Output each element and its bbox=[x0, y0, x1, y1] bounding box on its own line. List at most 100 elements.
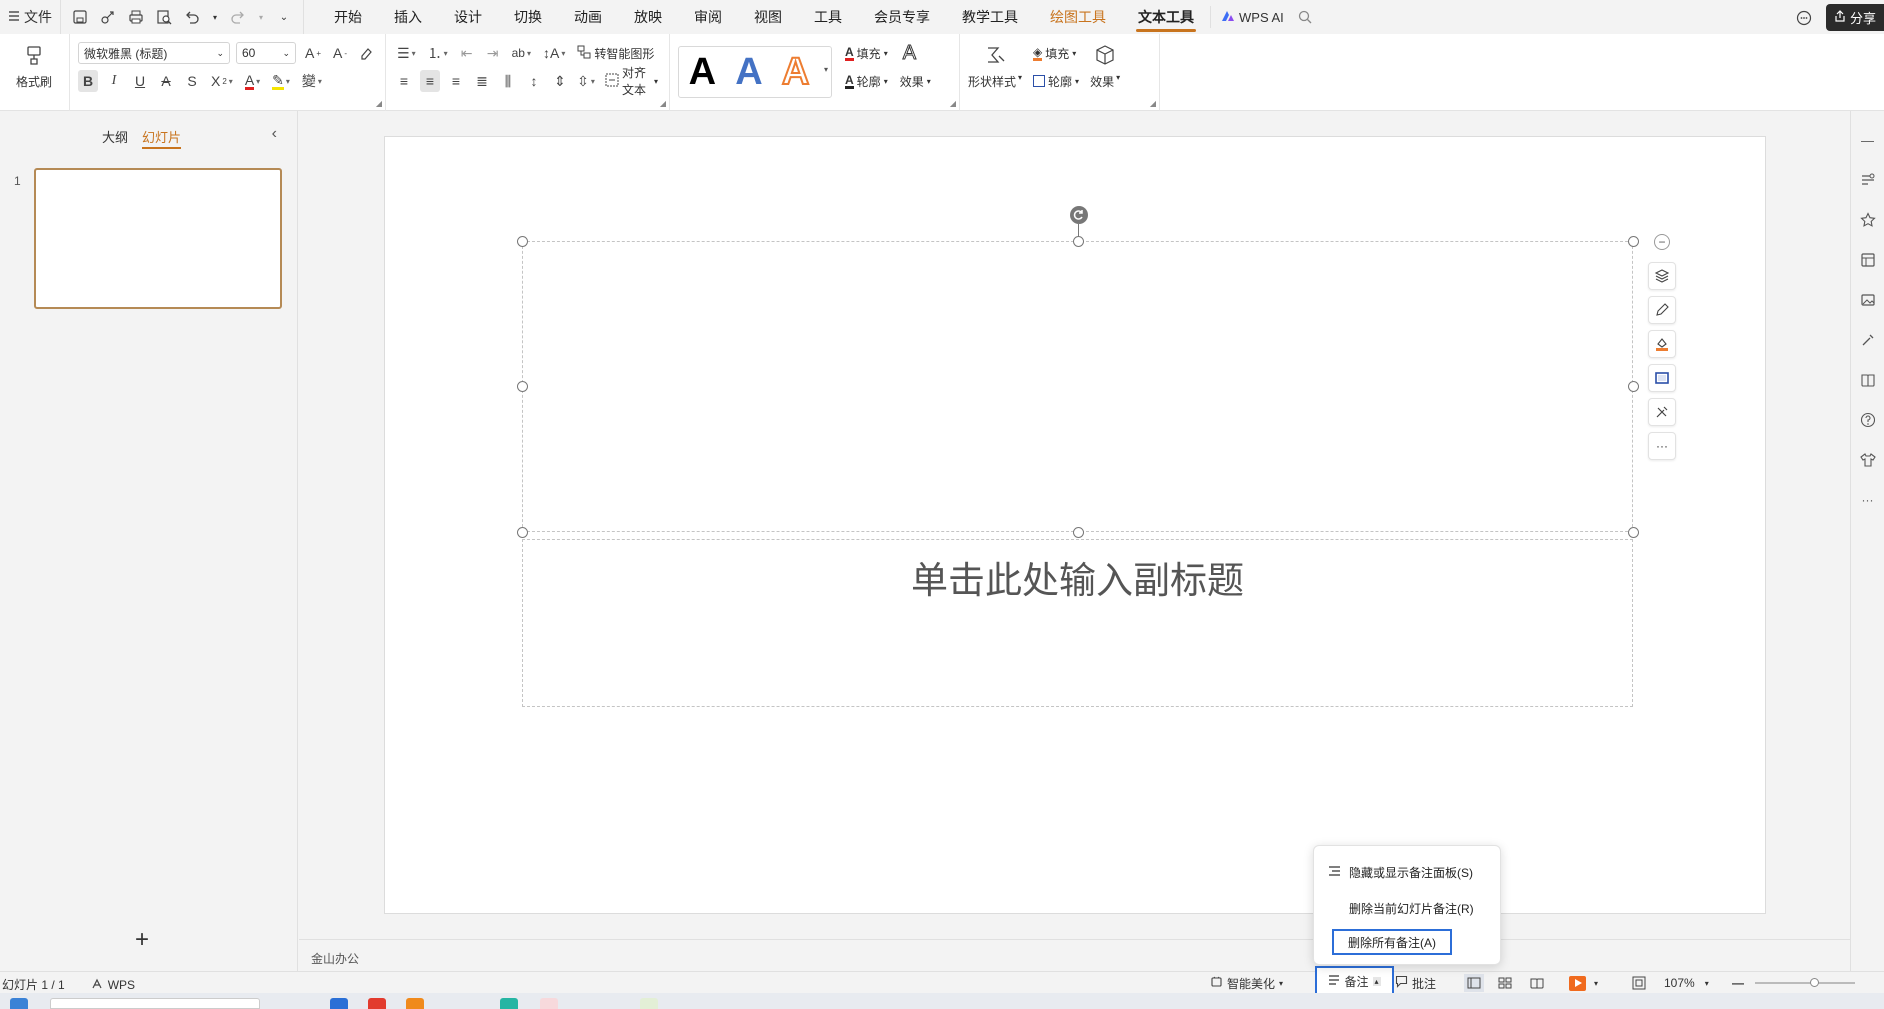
strikethrough-icon[interactable]: A bbox=[156, 70, 176, 92]
zoom-slider-knob[interactable] bbox=[1810, 978, 1819, 987]
increase-indent-icon[interactable]: ⇥ bbox=[483, 42, 503, 64]
wordart-style-black[interactable]: A bbox=[689, 53, 716, 91]
windows-start-icon[interactable] bbox=[10, 998, 28, 1009]
share-button[interactable]: 分享 bbox=[1825, 4, 1884, 31]
zoom-out-button[interactable]: — bbox=[1732, 974, 1744, 992]
tab-text-tools[interactable]: 文本工具 bbox=[1122, 0, 1210, 34]
line-spacing-icon[interactable]: ↕ bbox=[524, 70, 544, 92]
subtitle-placeholder[interactable]: 单击此处输入副标题 bbox=[522, 539, 1633, 707]
taskbar-app-icon[interactable] bbox=[330, 998, 348, 1009]
template-icon[interactable] bbox=[1859, 251, 1877, 269]
search-icon[interactable] bbox=[1298, 10, 1312, 24]
properties-icon[interactable] bbox=[1859, 171, 1877, 189]
tab-outline[interactable]: 大纲 bbox=[102, 127, 128, 149]
align-text-button[interactable]: 对齐文本 ▾ bbox=[602, 66, 661, 97]
share-link-icon[interactable] bbox=[99, 8, 117, 26]
taskbar-app-icon[interactable] bbox=[540, 998, 558, 1009]
undo-dropdown-icon[interactable]: ▾ bbox=[211, 8, 219, 26]
line-spacing-vertical-icon[interactable]: ↕A ▾ bbox=[540, 42, 568, 64]
font-name-select[interactable]: 微软雅黑 (标题) ⌄ bbox=[78, 42, 230, 64]
italic-icon[interactable]: I bbox=[104, 70, 124, 92]
resize-handle-bottom-right[interactable] bbox=[1628, 527, 1639, 538]
reading-view-icon[interactable] bbox=[1530, 974, 1544, 992]
more-icon[interactable]: ··· bbox=[1859, 491, 1877, 509]
normal-view-icon[interactable] bbox=[1464, 974, 1484, 992]
outline-icon[interactable] bbox=[1648, 364, 1676, 392]
title-placeholder[interactable] bbox=[522, 241, 1633, 532]
bold-icon[interactable]: B bbox=[78, 70, 98, 92]
convert-smart-shape-button[interactable]: 转智能图形 bbox=[574, 42, 657, 64]
tab-view[interactable]: 视图 bbox=[738, 0, 798, 34]
slide[interactable]: 单击此处输入副标题 − ··· bbox=[384, 136, 1766, 914]
fit-window-icon[interactable] bbox=[1632, 974, 1646, 992]
shape-fill-button[interactable]: ◈ 填充 ▾ bbox=[1030, 42, 1079, 64]
taskbar-app-icon[interactable] bbox=[406, 998, 424, 1009]
zoom-slider[interactable] bbox=[1755, 978, 1855, 987]
decrease-indent-icon[interactable]: ⇤ bbox=[457, 42, 477, 64]
phonetic-icon[interactable]: 變 ▾ bbox=[299, 70, 325, 92]
theme-indicator[interactable]: WPS bbox=[91, 976, 135, 993]
align-left-icon[interactable]: ≡ bbox=[394, 70, 414, 92]
font-size-select[interactable]: 60 ⌄ bbox=[236, 42, 296, 64]
print-preview-icon[interactable] bbox=[155, 8, 173, 26]
wordart-style-blue[interactable]: A bbox=[735, 53, 762, 91]
delete-current-notes-item[interactable]: 删除当前幻灯片备注(R) bbox=[1349, 898, 1474, 918]
wps-ai-button[interactable]: WPS AI bbox=[1210, 6, 1294, 28]
underline-icon[interactable]: U bbox=[130, 70, 150, 92]
resize-handle-bottom-left[interactable] bbox=[517, 527, 528, 538]
superscript-icon[interactable]: X 2 ▾ bbox=[208, 70, 236, 92]
notes-pane[interactable]: 金山办公 bbox=[299, 939, 1850, 971]
comments-button[interactable]: 批注 bbox=[1395, 974, 1436, 992]
undo-icon[interactable] bbox=[183, 8, 201, 26]
image-icon[interactable] bbox=[1859, 291, 1877, 309]
font-color-icon[interactable]: A ▾ bbox=[242, 70, 263, 92]
customize-toolbar-icon[interactable]: ⌄ bbox=[275, 8, 293, 26]
text-effect-button[interactable]: A bbox=[902, 41, 916, 65]
tab-tools[interactable]: 工具 bbox=[798, 0, 858, 34]
tab-member[interactable]: 会员专享 bbox=[858, 0, 946, 34]
tab-slideshow[interactable]: 放映 bbox=[618, 0, 678, 34]
paragraph-spacing-icon[interactable]: ⇕ bbox=[550, 70, 570, 92]
zoom-level[interactable]: 107% ▾ bbox=[1664, 974, 1709, 992]
search-bar[interactable] bbox=[50, 998, 260, 1009]
tab-design[interactable]: 设计 bbox=[438, 0, 498, 34]
text-shadow-icon[interactable]: S bbox=[182, 70, 202, 92]
file-menu[interactable]: 文件 bbox=[0, 0, 60, 34]
fill-icon[interactable] bbox=[1648, 330, 1676, 358]
shape-dialog-launcher-icon[interactable]: ◢ bbox=[1150, 99, 1156, 108]
wordart-style-orange-outline[interactable]: A bbox=[781, 52, 810, 92]
bullet-list-icon[interactable]: ☰ ▾ bbox=[394, 42, 419, 64]
shirt-icon[interactable] bbox=[1859, 451, 1877, 469]
tab-drawing-tools[interactable]: 绘图工具 bbox=[1034, 0, 1122, 34]
slide-thumbnail[interactable] bbox=[34, 168, 282, 309]
taskbar-app-icon[interactable] bbox=[500, 998, 518, 1009]
tab-review[interactable]: 审阅 bbox=[678, 0, 738, 34]
resize-handle-top[interactable] bbox=[1073, 236, 1084, 247]
smart-beautify-button[interactable]: 智能美化 ▾ bbox=[1210, 974, 1283, 992]
tab-teaching-tools[interactable]: 教学工具 bbox=[946, 0, 1034, 34]
collapse-panel-icon[interactable]: ‹ bbox=[272, 125, 277, 143]
resize-handle-right[interactable] bbox=[1628, 381, 1639, 392]
redo-dropdown-icon[interactable]: ▾ bbox=[257, 8, 265, 26]
paragraph-dialog-launcher-icon[interactable]: ◢ bbox=[660, 99, 666, 108]
shape-outline-button[interactable]: 轮廓 ▾ bbox=[1030, 70, 1082, 92]
resize-handle-top-left[interactable] bbox=[517, 236, 528, 247]
clear-format-icon[interactable] bbox=[356, 42, 376, 64]
font-dialog-launcher-icon[interactable]: ◢ bbox=[376, 99, 382, 108]
resize-handle-bottom[interactable] bbox=[1073, 527, 1084, 538]
star-icon[interactable] bbox=[1859, 211, 1877, 229]
justify-icon[interactable]: ≣ bbox=[472, 70, 492, 92]
distribute-icon[interactable]: ⫼ bbox=[498, 70, 518, 92]
resize-handle-left[interactable] bbox=[517, 381, 528, 392]
collapse-toolbar-icon[interactable]: − bbox=[1654, 234, 1670, 250]
tab-start[interactable]: 开始 bbox=[318, 0, 378, 34]
delete-all-notes-item[interactable]: 删除所有备注(A) bbox=[1332, 929, 1452, 955]
chat-icon[interactable] bbox=[1796, 10, 1812, 26]
text-direction-icon[interactable]: ab ▾ bbox=[509, 42, 534, 64]
tools-icon[interactable] bbox=[1859, 331, 1877, 349]
increase-font-icon[interactable]: A + bbox=[302, 42, 324, 64]
play-slideshow-icon[interactable]: ▾ bbox=[1569, 974, 1598, 992]
tab-slides[interactable]: 幻灯片 bbox=[142, 127, 182, 149]
wordart-dialog-launcher-icon[interactable]: ◢ bbox=[950, 99, 956, 108]
book-icon[interactable] bbox=[1859, 371, 1877, 389]
